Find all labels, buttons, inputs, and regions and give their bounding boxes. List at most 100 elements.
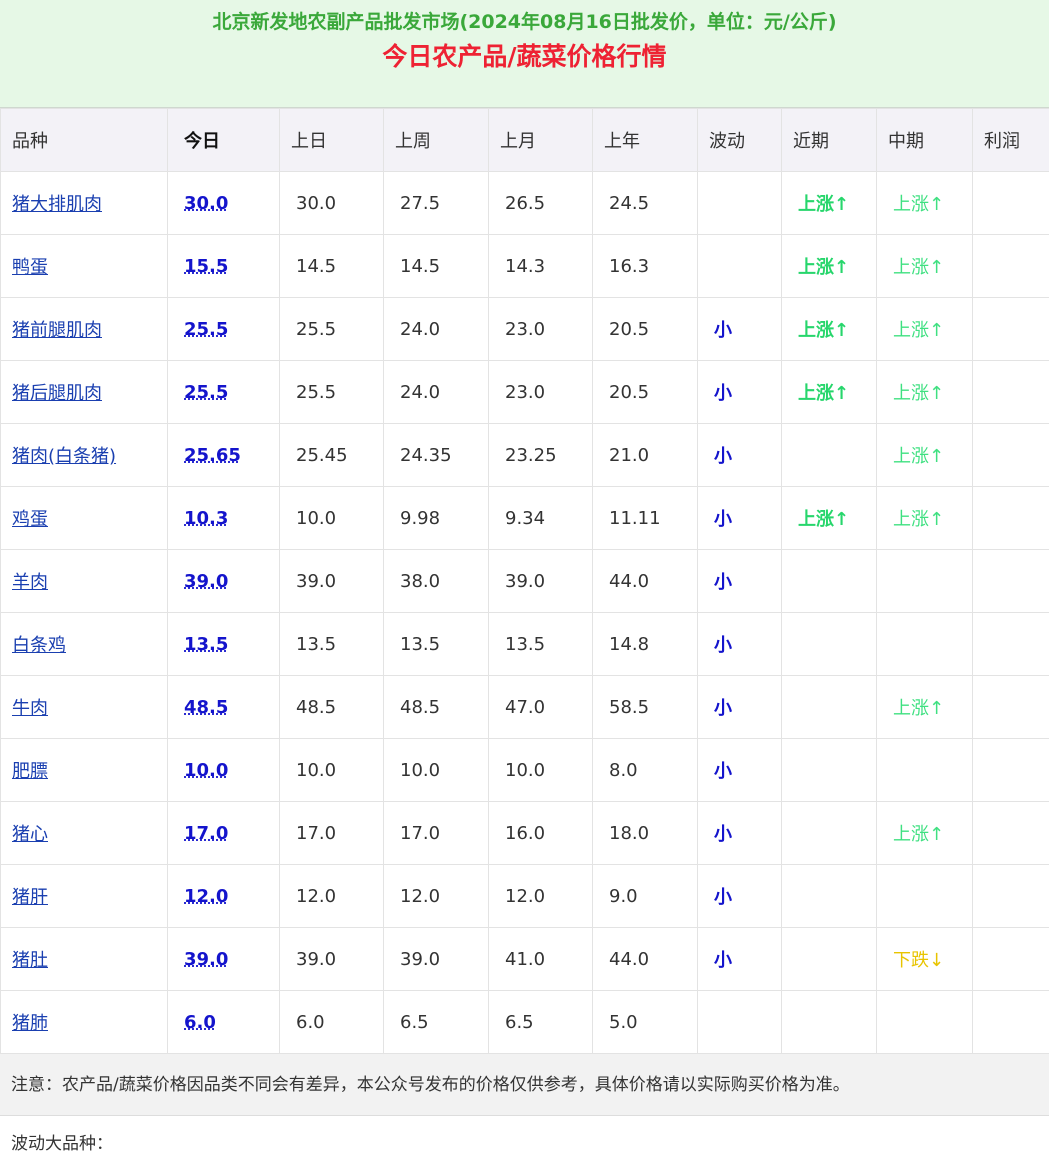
near-term-trend-cell: [782, 928, 877, 991]
near-term-trend-cell: [782, 613, 877, 676]
today-price-cell[interactable]: 25.5: [168, 298, 280, 361]
prev-month-price-cell: 23.0: [489, 298, 593, 361]
product-link[interactable]: 鸭蛋: [12, 257, 48, 278]
today-price-link[interactable]: 25.5: [184, 382, 228, 403]
volatility-cell: [698, 991, 782, 1054]
today-price-cell[interactable]: 25.65: [168, 424, 280, 487]
product-link[interactable]: 猪后腿肌肉: [12, 383, 102, 404]
today-price-link[interactable]: 10.3: [184, 508, 228, 529]
prev-week-price-cell: 9.98: [384, 487, 489, 550]
volatility-cell: [698, 235, 782, 298]
profit-cell: [973, 739, 1049, 802]
product-link[interactable]: 羊肉: [12, 572, 48, 593]
volatility-cell: [698, 172, 782, 235]
today-price-link[interactable]: 13.5: [184, 634, 228, 655]
product-link[interactable]: 鸡蛋: [12, 509, 48, 530]
product-link[interactable]: 猪肉(白条猪): [12, 446, 116, 467]
near-term-trend-cell: [782, 991, 877, 1054]
today-price-link[interactable]: 10.0: [184, 760, 228, 781]
today-price-cell[interactable]: 10.0: [168, 739, 280, 802]
col-header-prev-week: 上周: [384, 109, 489, 172]
prev-week-price-cell: 6.5: [384, 991, 489, 1054]
name-cell[interactable]: 鸡蛋: [1, 487, 168, 550]
prev-month-price-cell: 9.34: [489, 487, 593, 550]
prev-year-price-cell: 20.5: [593, 298, 698, 361]
today-price-cell[interactable]: 39.0: [168, 550, 280, 613]
today-price-link[interactable]: 39.0: [184, 949, 228, 970]
prev-week-price-cell: 14.5: [384, 235, 489, 298]
product-link[interactable]: 猪肺: [12, 1013, 48, 1034]
prev-week-price-cell: 12.0: [384, 865, 489, 928]
name-cell[interactable]: 猪肚: [1, 928, 168, 991]
today-price-cell[interactable]: 13.5: [168, 613, 280, 676]
mid-term-trend-cell: 下跌↓: [877, 928, 973, 991]
mid-term-trend-cell: 上涨↑: [877, 235, 973, 298]
today-price-link[interactable]: 48.5: [184, 697, 228, 718]
today-price-cell[interactable]: 30.0: [168, 172, 280, 235]
prev-day-price-cell: 12.0: [280, 865, 384, 928]
table-row: 猪大排肌肉30.030.027.526.524.5上涨↑上涨↑: [1, 172, 1049, 235]
product-link[interactable]: 白条鸡: [12, 635, 66, 656]
name-cell[interactable]: 猪肉(白条猪): [1, 424, 168, 487]
table-row: 羊肉39.039.038.039.044.0小: [1, 550, 1049, 613]
col-header-name: 品种: [1, 109, 168, 172]
prev-month-price-cell: 47.0: [489, 676, 593, 739]
today-price-link[interactable]: 39.0: [184, 571, 228, 592]
prev-month-price-cell: 6.5: [489, 991, 593, 1054]
name-cell[interactable]: 鸭蛋: [1, 235, 168, 298]
prev-day-price-cell: 17.0: [280, 802, 384, 865]
product-link[interactable]: 猪大排肌肉: [12, 194, 102, 215]
table-header-row: 品种 今日 上日 上周 上月 上年 波动 近期 中期 利润: [1, 109, 1049, 172]
name-cell[interactable]: 猪肺: [1, 991, 168, 1054]
profit-cell: [973, 424, 1049, 487]
product-link[interactable]: 牛肉: [12, 698, 48, 719]
today-price-link[interactable]: 30.0: [184, 193, 228, 214]
today-price-link[interactable]: 6.0: [184, 1012, 216, 1033]
today-price-cell[interactable]: 48.5: [168, 676, 280, 739]
product-link[interactable]: 猪前腿肌肉: [12, 320, 102, 341]
name-cell[interactable]: 猪后腿肌肉: [1, 361, 168, 424]
today-price-cell[interactable]: 17.0: [168, 802, 280, 865]
mid-term-trend-cell: 上涨↑: [877, 802, 973, 865]
product-link[interactable]: 猪肚: [12, 950, 48, 971]
today-price-link[interactable]: 17.0: [184, 823, 228, 844]
prev-year-price-cell: 8.0: [593, 739, 698, 802]
name-cell[interactable]: 猪前腿肌肉: [1, 298, 168, 361]
today-price-link[interactable]: 25.5: [184, 319, 228, 340]
profit-cell: [973, 928, 1049, 991]
product-link[interactable]: 猪肝: [12, 887, 48, 908]
volatility-cell: 小: [698, 865, 782, 928]
today-price-cell[interactable]: 12.0: [168, 865, 280, 928]
prev-day-price-cell: 48.5: [280, 676, 384, 739]
profit-cell: [973, 676, 1049, 739]
today-price-cell[interactable]: 10.3: [168, 487, 280, 550]
today-price-cell[interactable]: 39.0: [168, 928, 280, 991]
prev-week-price-cell: 17.0: [384, 802, 489, 865]
col-header-prev-year: 上年: [593, 109, 698, 172]
name-cell[interactable]: 猪大排肌肉: [1, 172, 168, 235]
today-price-cell[interactable]: 25.5: [168, 361, 280, 424]
name-cell[interactable]: 猪心: [1, 802, 168, 865]
product-link[interactable]: 肥膘: [12, 761, 48, 782]
today-price-cell[interactable]: 6.0: [168, 991, 280, 1054]
today-price-cell[interactable]: 15.5: [168, 235, 280, 298]
today-price-link[interactable]: 12.0: [184, 886, 228, 907]
name-cell[interactable]: 羊肉: [1, 550, 168, 613]
today-price-link[interactable]: 15.5: [184, 256, 228, 277]
today-price-link[interactable]: 25.65: [184, 445, 241, 466]
profit-cell: [973, 361, 1049, 424]
mid-term-trend-cell: 上涨↑: [877, 361, 973, 424]
product-link[interactable]: 猪心: [12, 824, 48, 845]
name-cell[interactable]: 肥膘: [1, 739, 168, 802]
prev-week-price-cell: 24.35: [384, 424, 489, 487]
prev-week-price-cell: 38.0: [384, 550, 489, 613]
prev-week-price-cell: 48.5: [384, 676, 489, 739]
name-cell[interactable]: 白条鸡: [1, 613, 168, 676]
prev-month-price-cell: 39.0: [489, 550, 593, 613]
name-cell[interactable]: 牛肉: [1, 676, 168, 739]
prev-day-price-cell: 10.0: [280, 487, 384, 550]
volatility-cell: 小: [698, 802, 782, 865]
prev-year-price-cell: 21.0: [593, 424, 698, 487]
name-cell[interactable]: 猪肝: [1, 865, 168, 928]
prev-day-price-cell: 13.5: [280, 613, 384, 676]
